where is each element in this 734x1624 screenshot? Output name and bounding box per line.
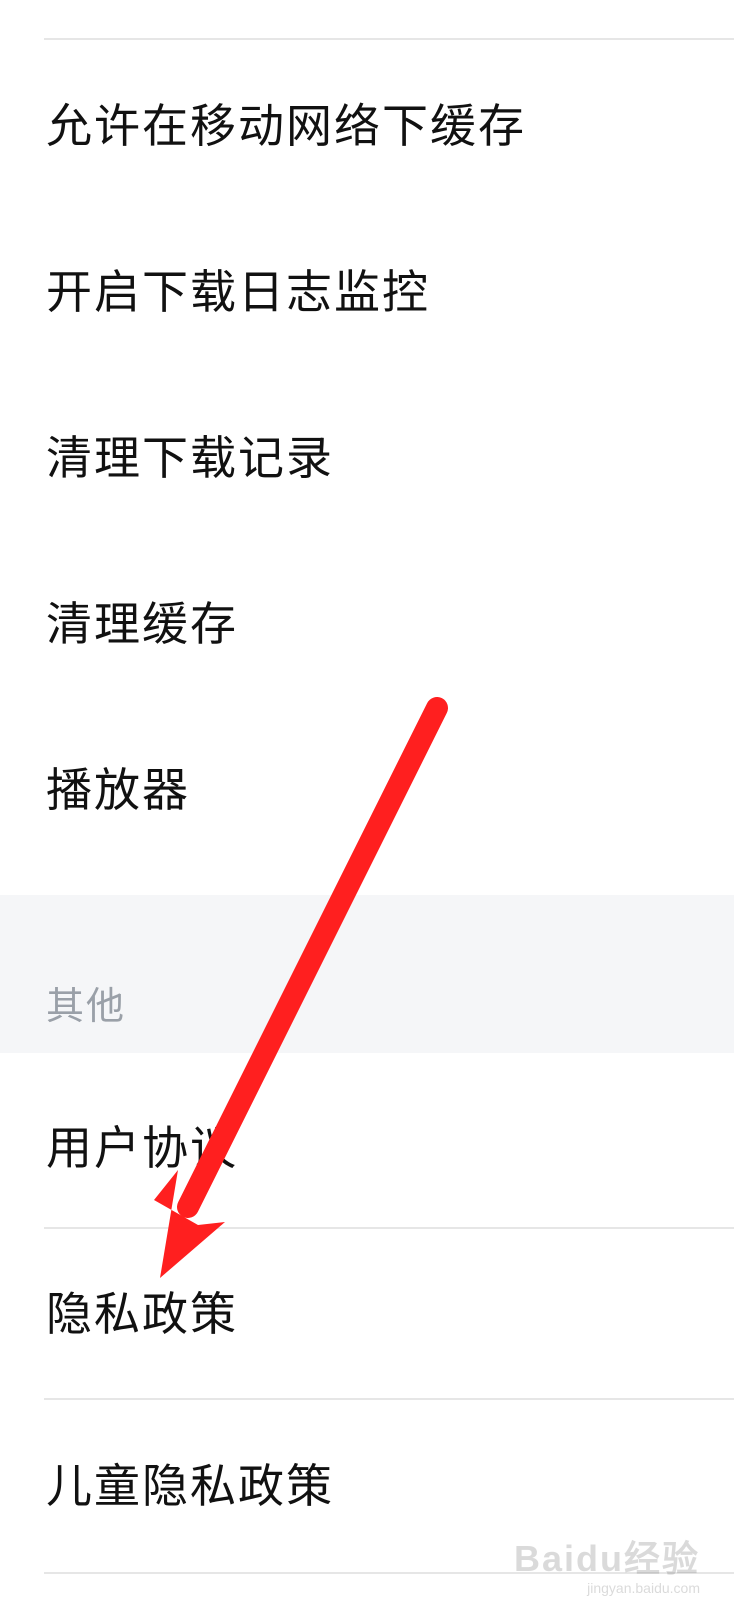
setting-item-clear-download-history[interactable]: 清理下载记录 (0, 390, 734, 520)
setting-label: 开启下载日志监控 (46, 265, 430, 319)
setting-item-children-privacy-policy[interactable]: 儿童隐私政策 (0, 1418, 734, 1548)
setting-label: 清理下载记录 (46, 431, 334, 485)
setting-label: 隐私政策 (46, 1287, 238, 1341)
setting-item-player[interactable]: 播放器 (0, 722, 734, 852)
divider (44, 38, 734, 40)
setting-label: 儿童隐私政策 (46, 1459, 334, 1513)
setting-item-clear-cache[interactable]: 清理缓存 (0, 556, 734, 686)
divider (44, 1398, 734, 1400)
setting-item-download-log-monitor[interactable]: 开启下载日志监控 (0, 224, 734, 354)
setting-label: 播放器 (46, 763, 190, 817)
setting-label: 清理缓存 (46, 597, 238, 651)
watermark-url: jingyan.baidu.com (587, 1580, 700, 1596)
setting-item-privacy-policy[interactable]: 隐私政策 (0, 1246, 734, 1376)
setting-item-user-agreement[interactable]: 用户协议 (0, 1080, 734, 1210)
setting-label: 允许在移动网络下缓存 (46, 99, 526, 153)
setting-item-mobile-network-cache[interactable]: 允许在移动网络下缓存 (0, 58, 734, 188)
section-header-other: 其他 (46, 984, 127, 1028)
divider (44, 1227, 734, 1229)
divider (44, 1572, 734, 1574)
setting-label: 用户协议 (46, 1121, 238, 1175)
